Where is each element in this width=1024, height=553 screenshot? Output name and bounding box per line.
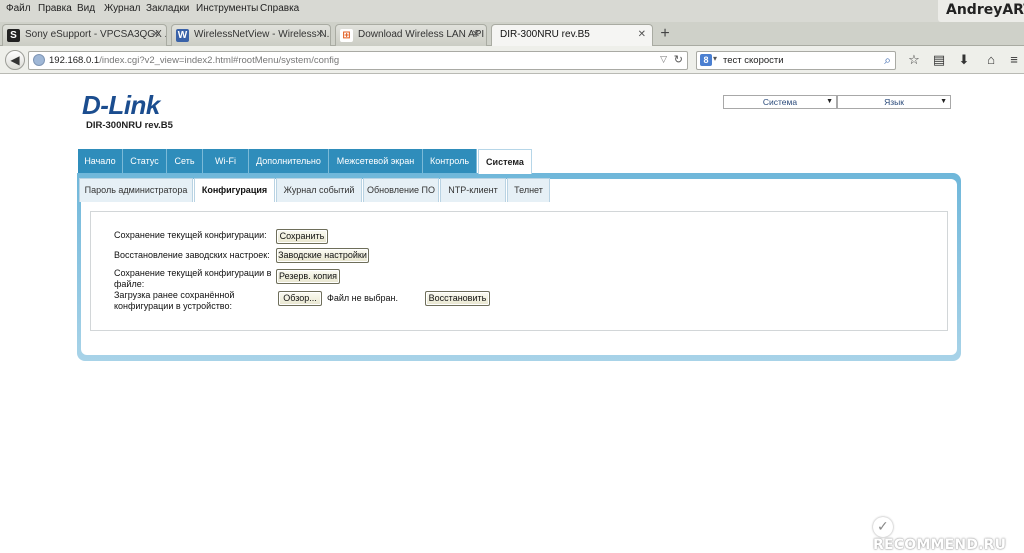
menu-bar: Файл Правка Вид Журнал Закладки Инструме… bbox=[0, 0, 1024, 22]
menu-tools[interactable]: Инструменты bbox=[196, 3, 258, 14]
tab-network[interactable]: Сеть bbox=[167, 149, 203, 173]
menu-edit[interactable]: Правка bbox=[38, 3, 72, 14]
chevron-down-icon: ▼ bbox=[826, 98, 833, 105]
download-icon[interactable]: ⬇ bbox=[956, 52, 972, 68]
load-config-label-line2: конфигурации в устройство: bbox=[114, 301, 232, 311]
address-bar[interactable]: 192.168.0.1/index.cgi?v2_view=index2.htm… bbox=[28, 51, 688, 70]
bookmarks-list-icon[interactable]: ▤ bbox=[931, 52, 947, 68]
subtab-admin-password[interactable]: Пароль администратора bbox=[79, 178, 193, 202]
system-select[interactable]: Система ▼ bbox=[723, 95, 837, 109]
nirsoft-favicon-icon: W bbox=[176, 29, 189, 42]
sony-favicon-icon: S bbox=[7, 29, 20, 42]
search-icon[interactable]: ⌕ bbox=[884, 53, 891, 68]
tab-title: WirelessNetView - Wireless N... bbox=[194, 29, 331, 40]
tab-bar: S Sony eSupport - VPCSA3QGX ... ✕ W Wire… bbox=[0, 22, 1024, 47]
factory-reset-button[interactable]: Заводские настройки bbox=[276, 248, 369, 263]
save-button[interactable]: Сохранить bbox=[276, 229, 328, 244]
back-arrow-icon: ◀ bbox=[10, 53, 20, 67]
subtab-configuration[interactable]: Конфигурация bbox=[194, 178, 275, 202]
recommend-watermark: ✓RECOMMEND.RU bbox=[873, 517, 1007, 553]
backup-label-line1: Сохранение текущей конфигурации в bbox=[114, 268, 272, 278]
close-icon[interactable]: ✕ bbox=[152, 29, 160, 40]
navigation-bar: ◀ 192.168.0.1/index.cgi?v2_view=index2.h… bbox=[0, 46, 1024, 74]
menu-bookmarks[interactable]: Закладки bbox=[146, 3, 189, 14]
close-icon[interactable]: ✕ bbox=[638, 29, 646, 40]
load-config-label-line1: Загрузка ранее сохранённой bbox=[114, 290, 235, 300]
bookmark-star-icon[interactable]: ☆ bbox=[906, 52, 922, 68]
tab-firewall[interactable]: Межсетевой экран bbox=[329, 149, 423, 173]
menu-view[interactable]: Вид bbox=[77, 3, 95, 14]
subtab-firmware-update[interactable]: Обновление ПО bbox=[363, 178, 439, 202]
tab-title: DIR-300NRU rev.B5 bbox=[500, 29, 590, 40]
menu-help[interactable]: Справка bbox=[260, 3, 299, 14]
menu-history[interactable]: Журнал bbox=[104, 3, 141, 14]
backup-label-line2: файле: bbox=[114, 279, 145, 289]
search-input[interactable]: тест скорости bbox=[723, 55, 784, 66]
tab-advanced[interactable]: Дополнительно bbox=[249, 149, 329, 173]
windows-favicon-icon: ⊞ bbox=[340, 29, 353, 42]
no-file-selected-text: Файл не выбран. bbox=[327, 293, 398, 303]
menu-file[interactable]: Файл bbox=[6, 3, 31, 14]
tab-status[interactable]: Статус bbox=[123, 149, 167, 173]
tab-control[interactable]: Контроль bbox=[423, 149, 477, 173]
backup-button[interactable]: Резерв. копия bbox=[276, 269, 340, 284]
tab-system[interactable]: Система bbox=[478, 149, 532, 174]
subtab-event-log[interactable]: Журнал событий bbox=[276, 178, 362, 202]
url-dropdown-icon[interactable]: ▽ bbox=[660, 54, 667, 65]
search-bar[interactable]: 8 ▾ тест скорости ⌕ bbox=[696, 51, 896, 70]
dlink-logo: D-Link bbox=[82, 90, 160, 120]
restore-button[interactable]: Восстановить bbox=[425, 291, 490, 306]
browser-tab[interactable]: ⊞ Download Wireless LAN API (... ✕ bbox=[335, 24, 487, 46]
save-config-label: Сохранение текущей конфигурации: bbox=[114, 230, 267, 240]
close-icon[interactable]: ✕ bbox=[316, 29, 324, 40]
device-model: DIR-300NRU rev.B5 bbox=[86, 120, 173, 131]
menu-icon[interactable]: ≡ bbox=[1006, 52, 1022, 68]
tab-title: Sony eSupport - VPCSA3QGX ... bbox=[25, 29, 167, 40]
browser-tab-active[interactable]: DIR-300NRU rev.B5 ✕ bbox=[491, 24, 653, 47]
tab-home[interactable]: Начало bbox=[78, 149, 123, 173]
chevron-down-icon: ▼ bbox=[940, 98, 947, 105]
tab-wifi[interactable]: Wi-Fi bbox=[203, 149, 249, 173]
subtab-ntp-client[interactable]: NTP-клиент bbox=[440, 178, 506, 202]
back-button[interactable]: ◀ bbox=[5, 50, 25, 70]
subtab-telnet[interactable]: Телнет bbox=[507, 178, 550, 202]
site-identity-icon[interactable] bbox=[33, 54, 45, 66]
language-select[interactable]: Язык ▼ bbox=[837, 95, 951, 109]
recommend-logo-icon: ✓ bbox=[873, 517, 893, 537]
new-tab-button[interactable]: + bbox=[656, 25, 674, 43]
engine-dropdown-icon[interactable]: ▾ bbox=[713, 54, 717, 63]
reload-icon[interactable]: ↻ bbox=[674, 53, 683, 66]
factory-reset-label: Восстановление заводских настроек: bbox=[114, 250, 270, 260]
browser-tab[interactable]: S Sony eSupport - VPCSA3QGX ... ✕ bbox=[2, 24, 167, 46]
user-watermark: AndreyART bbox=[938, 0, 1024, 22]
tab-title: Download Wireless LAN API (... bbox=[358, 29, 487, 40]
google-engine-icon[interactable]: 8 bbox=[700, 54, 712, 66]
browser-tab[interactable]: W WirelessNetView - Wireless N... ✕ bbox=[171, 24, 331, 46]
home-icon[interactable]: ⌂ bbox=[983, 52, 999, 68]
close-icon[interactable]: ✕ bbox=[472, 29, 480, 40]
url-text: 192.168.0.1/index.cgi?v2_view=index2.htm… bbox=[49, 55, 340, 66]
browse-button[interactable]: Обзор... bbox=[278, 291, 322, 306]
